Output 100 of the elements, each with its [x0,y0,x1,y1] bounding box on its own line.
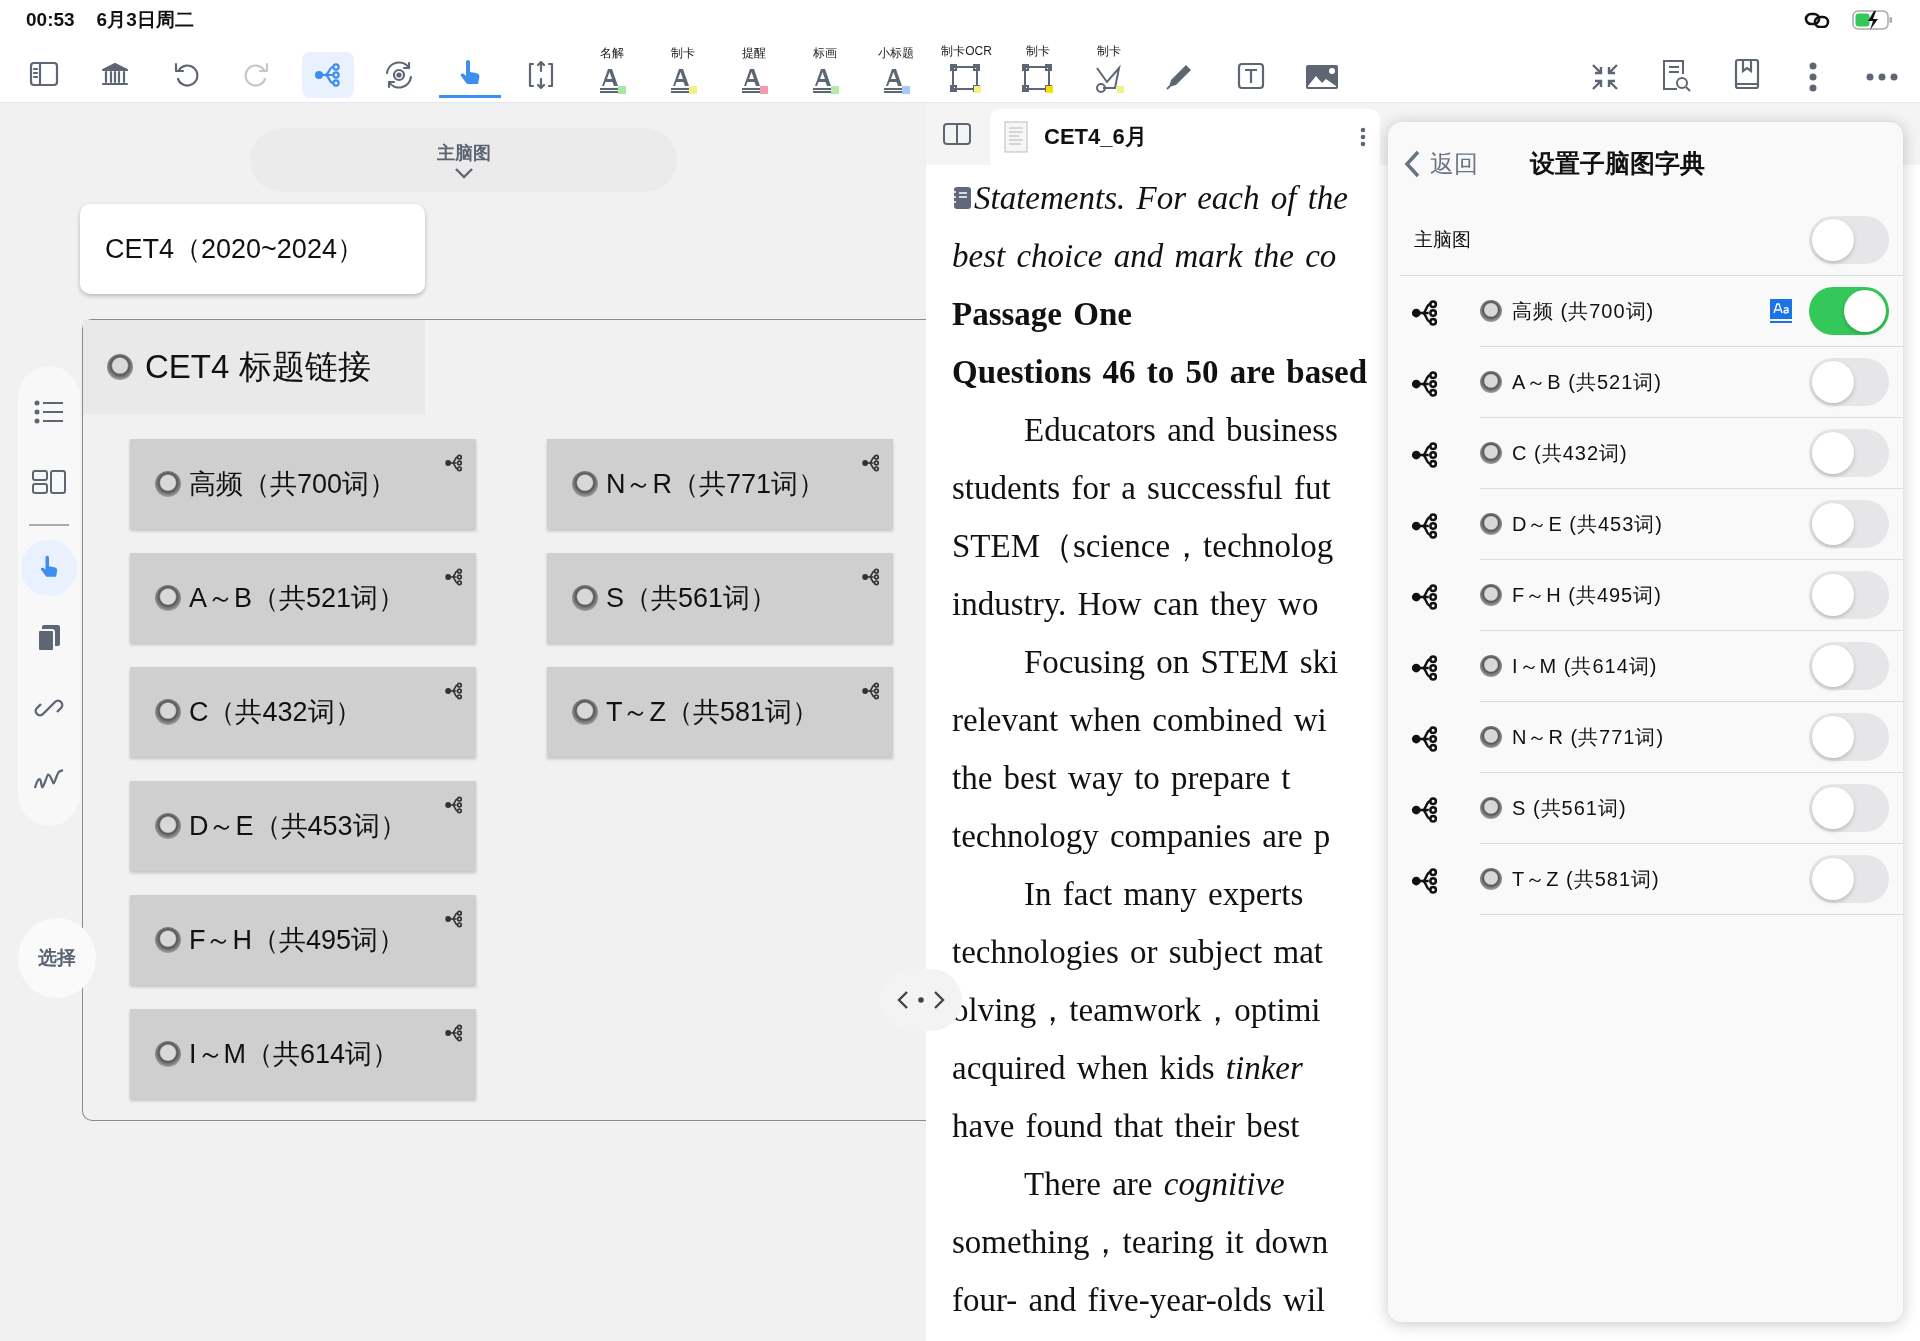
text-line: Educators and business [1024,411,1338,450]
mindmap-node[interactable]: F～H（共495词） [130,895,476,985]
text-line: There are cognitive [1024,1165,1285,1204]
mindmap-icon[interactable] [1410,795,1440,825]
mindmap-icon[interactable] [444,1023,464,1043]
row-label: N～R (共771词) [1512,724,1666,750]
mindmap-node[interactable]: S（共561词） [547,553,893,643]
radio-icon [1480,655,1502,677]
toggle-switch[interactable] [1809,713,1889,761]
text-line: technology companies are p [952,817,1331,856]
popover-title: 设置子脑图字典 [1530,148,1705,179]
toggle-switch[interactable] [1809,855,1889,903]
text-line: industry. How can they wo [952,585,1319,624]
mindmap-icon[interactable] [1410,724,1440,754]
mindmap-icon [314,63,340,87]
documents-icon [36,623,62,652]
toggle-switch[interactable] [1809,358,1889,406]
toggle-switch[interactable] [1809,287,1889,335]
resize-arrows-icon [897,989,945,1011]
mindmap-node[interactable]: C（共432词） [130,667,476,757]
mindmap-icon[interactable] [1410,298,1440,328]
radio-icon [572,585,598,611]
radio-icon [1480,868,1502,890]
chevron-down-icon [453,167,474,179]
toggle-switch[interactable] [1809,571,1889,619]
mindmap-node[interactable]: D～E（共453词） [130,781,476,871]
toggle-switch[interactable] [1809,429,1889,477]
row-label: 高频 (共700词) [1512,298,1656,324]
mindmap-icon[interactable] [444,681,464,701]
document-title: CET4_6月 [1044,123,1148,151]
mindmap-icon[interactable] [444,909,464,929]
sidebar-tool[interactable] [21,539,77,596]
mindmap-icon[interactable] [1410,653,1440,683]
toggle-switch[interactable] [1809,500,1889,548]
document-tab[interactable]: CET4_6月 [990,109,1380,165]
marker-tool[interactable]: 小标题 [877,45,914,94]
radio-icon [155,813,181,839]
more-vertical-icon[interactable] [1360,127,1366,147]
mindmap-icon[interactable] [1410,511,1440,541]
text-line: Questions 46 to 50 are based [952,353,1367,392]
text-line: best choice and mark the co [952,237,1337,276]
back-button[interactable]: 返回 [1400,147,1482,180]
mindmap-node[interactable]: A～B（共521词） [130,553,476,643]
more-icon[interactable] [1866,73,1898,81]
mindmap-icon[interactable] [1410,440,1440,470]
row-label: 主脑图 [1414,228,1472,252]
marker-tool[interactable]: 提醒 [737,45,770,94]
mindmap-icon[interactable] [1410,369,1440,399]
root-node[interactable]: CET4（2020~2024） [80,204,425,294]
mindmap-node[interactable]: N～R（共771词） [547,439,893,529]
group-header[interactable]: CET4 标题链接 [83,320,425,414]
marker-tool[interactable]: 制卡 [1092,43,1125,94]
dictionary-icon[interactable] [1769,298,1793,324]
node-label: C（共432词） [189,696,362,729]
mindmap-icon[interactable] [1410,866,1440,896]
row-label: A～B (共521词) [1512,369,1663,395]
marker-tool[interactable]: 标画 [808,45,841,94]
select-button[interactable]: 选择 [18,918,96,998]
mindmap-node[interactable]: 高频（共700词） [130,439,476,529]
radio-icon [1480,797,1502,819]
mindmap-icon[interactable] [861,453,881,473]
document-thumbnail-icon [1004,121,1028,153]
toggle-switch[interactable] [1809,216,1889,264]
note-icon[interactable] [952,186,972,210]
split-view-icon[interactable] [943,123,971,145]
marker-tool[interactable]: 制卡 [666,45,699,94]
mindmap-icon[interactable] [444,453,464,473]
gear-cycle-icon [385,61,412,89]
text-line: something，tearing it down [952,1223,1329,1262]
marker-tool[interactable]: 制卡OCR [941,43,992,94]
toolbar-button[interactable] [301,52,354,98]
collapse-icon[interactable] [1589,62,1620,92]
mindmap-icon[interactable] [861,567,881,587]
toggle-switch[interactable] [1809,642,1889,690]
mindmap-node[interactable]: I～M（共614词） [130,1009,476,1099]
mindmap-icon[interactable] [1410,582,1440,612]
mindmap-icon[interactable] [444,795,464,815]
toggle-switch[interactable] [1809,784,1889,832]
marker-tool[interactable]: 制卡 [1021,43,1054,94]
mindmap-icon[interactable] [444,567,464,587]
radio-icon [155,585,181,611]
image-icon[interactable] [1304,62,1339,92]
mindmap-node[interactable]: T～Z（共581词） [547,667,893,757]
mindmap-switcher[interactable]: 主脑图 [250,128,677,192]
undo-icon [174,62,198,87]
marker-tool[interactable]: 名解 [595,45,628,94]
document-search-icon[interactable] [1660,58,1691,92]
text-line: four- and five-year-olds wil [952,1281,1326,1320]
radio-icon [1480,584,1502,606]
text-line: have found that their best [952,1107,1300,1146]
bank-icon [101,62,128,86]
more-vertical-icon[interactable] [1809,62,1817,92]
radio-icon [572,699,598,725]
radio-icon [155,927,181,953]
bookmark-book-icon[interactable] [1732,58,1761,92]
status-time: 00:53 [26,9,75,31]
row-label: T～Z (共581词) [1512,866,1661,892]
node-label: I～M（共614词） [189,1038,400,1071]
mindmap-icon[interactable] [861,681,881,701]
battery-icon [1852,9,1894,31]
